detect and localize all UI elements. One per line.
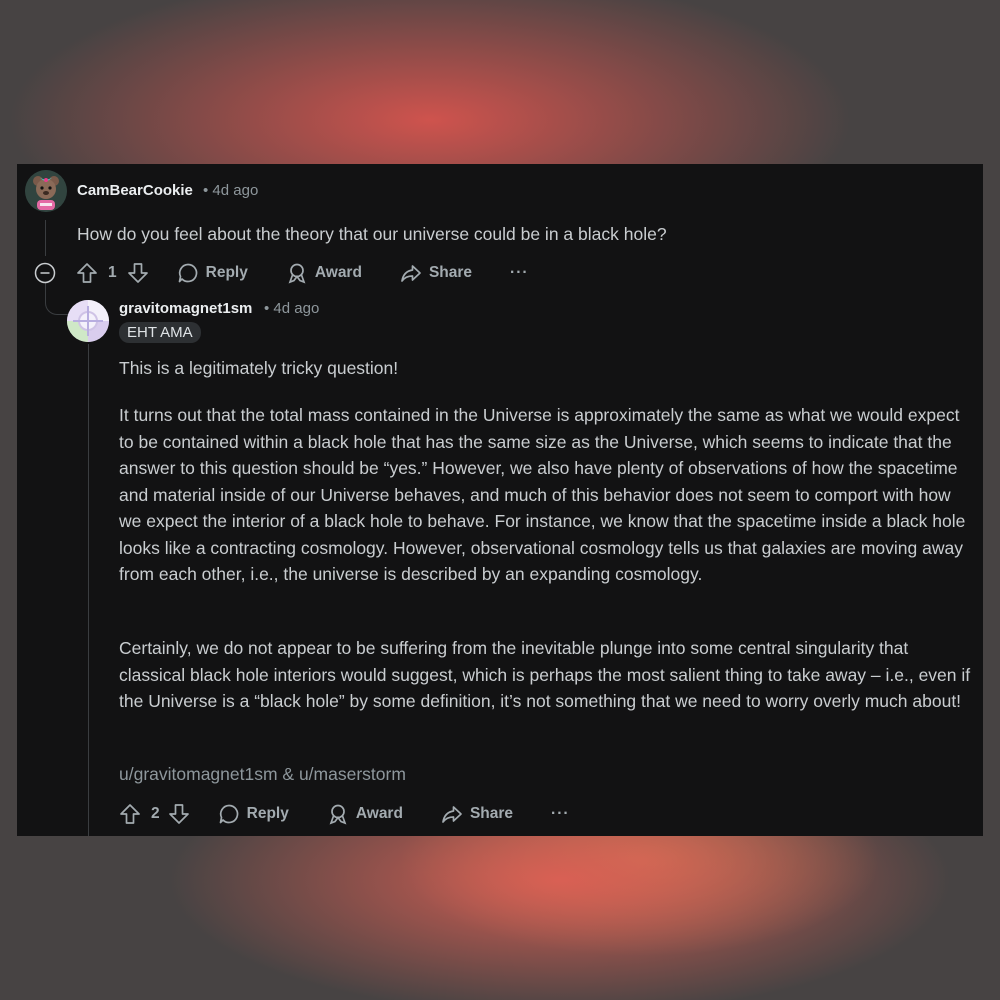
comment-bubble-icon: [219, 804, 238, 824]
bear-avatar-icon: [25, 170, 67, 212]
upvote-button[interactable]: [76, 262, 98, 284]
reply-paragraph: It turns out that the total mass contain…: [119, 405, 966, 584]
more-options-button[interactable]: ···: [551, 805, 570, 823]
share-button[interactable]: Share: [400, 262, 472, 284]
reply-label: Reply: [205, 264, 248, 281]
share-label: Share: [469, 805, 514, 822]
award-icon: [288, 263, 306, 284]
award-button[interactable]: Award: [327, 803, 403, 825]
reply-signature: u/gravitomagnet1sm & u/maserstorm: [119, 764, 406, 784]
comment-username[interactable]: CamBearCookie: [77, 182, 193, 199]
share-icon: [401, 265, 421, 282]
more-options-button[interactable]: ···: [510, 264, 529, 282]
comment-action-bar: 1 Reply Award Share ···: [34, 258, 529, 288]
thread-line[interactable]: [45, 220, 46, 256]
reply-thread-line[interactable]: [88, 344, 89, 836]
vote-count: 2: [151, 805, 160, 822]
award-icon: [329, 804, 347, 825]
share-icon: [442, 806, 462, 823]
reply-paragraph: Certainly, we do not appear to be suffer…: [119, 638, 971, 711]
avatar[interactable]: [67, 300, 109, 342]
award-label: Award: [355, 805, 403, 822]
reply-username[interactable]: gravitomagnet1sm: [119, 300, 252, 317]
share-button[interactable]: Share: [441, 803, 513, 825]
avatar-icon: [67, 300, 109, 342]
share-label: Share: [428, 264, 473, 281]
reply-button[interactable]: Reply: [177, 262, 248, 284]
downvote-button[interactable]: [168, 803, 190, 825]
upvote-icon: [77, 263, 97, 283]
downvote-icon: [127, 263, 148, 283]
reply-timestamp[interactable]: • 4d ago: [264, 300, 319, 317]
upvote-button[interactable]: [119, 803, 141, 825]
reply-button[interactable]: Reply: [218, 803, 289, 825]
reply-label: Reply: [246, 805, 289, 822]
award-label: Award: [314, 264, 362, 281]
award-button[interactable]: Award: [286, 262, 362, 284]
avatar[interactable]: [25, 170, 67, 212]
vote-count: 1: [108, 264, 117, 281]
comment-bubble-icon: [178, 263, 197, 283]
reply-action-bar: 2 Reply Award Share ···: [119, 799, 570, 829]
comment-timestamp[interactable]: • 4d ago: [203, 182, 258, 199]
comment-body: How do you feel about the theory that ou…: [77, 224, 667, 244]
comment-thread: CamBearCookie • 4d ago How do you feel a…: [17, 164, 983, 836]
user-flair-badge: EHT AMA: [119, 322, 201, 343]
downvote-icon: [168, 804, 189, 824]
collapse-button[interactable]: [34, 262, 56, 284]
upvote-icon: [120, 804, 140, 824]
downvote-button[interactable]: [127, 262, 149, 284]
collapse-icon: [34, 262, 56, 284]
reply-paragraph: This is a legitimately tricky question!: [119, 358, 399, 378]
